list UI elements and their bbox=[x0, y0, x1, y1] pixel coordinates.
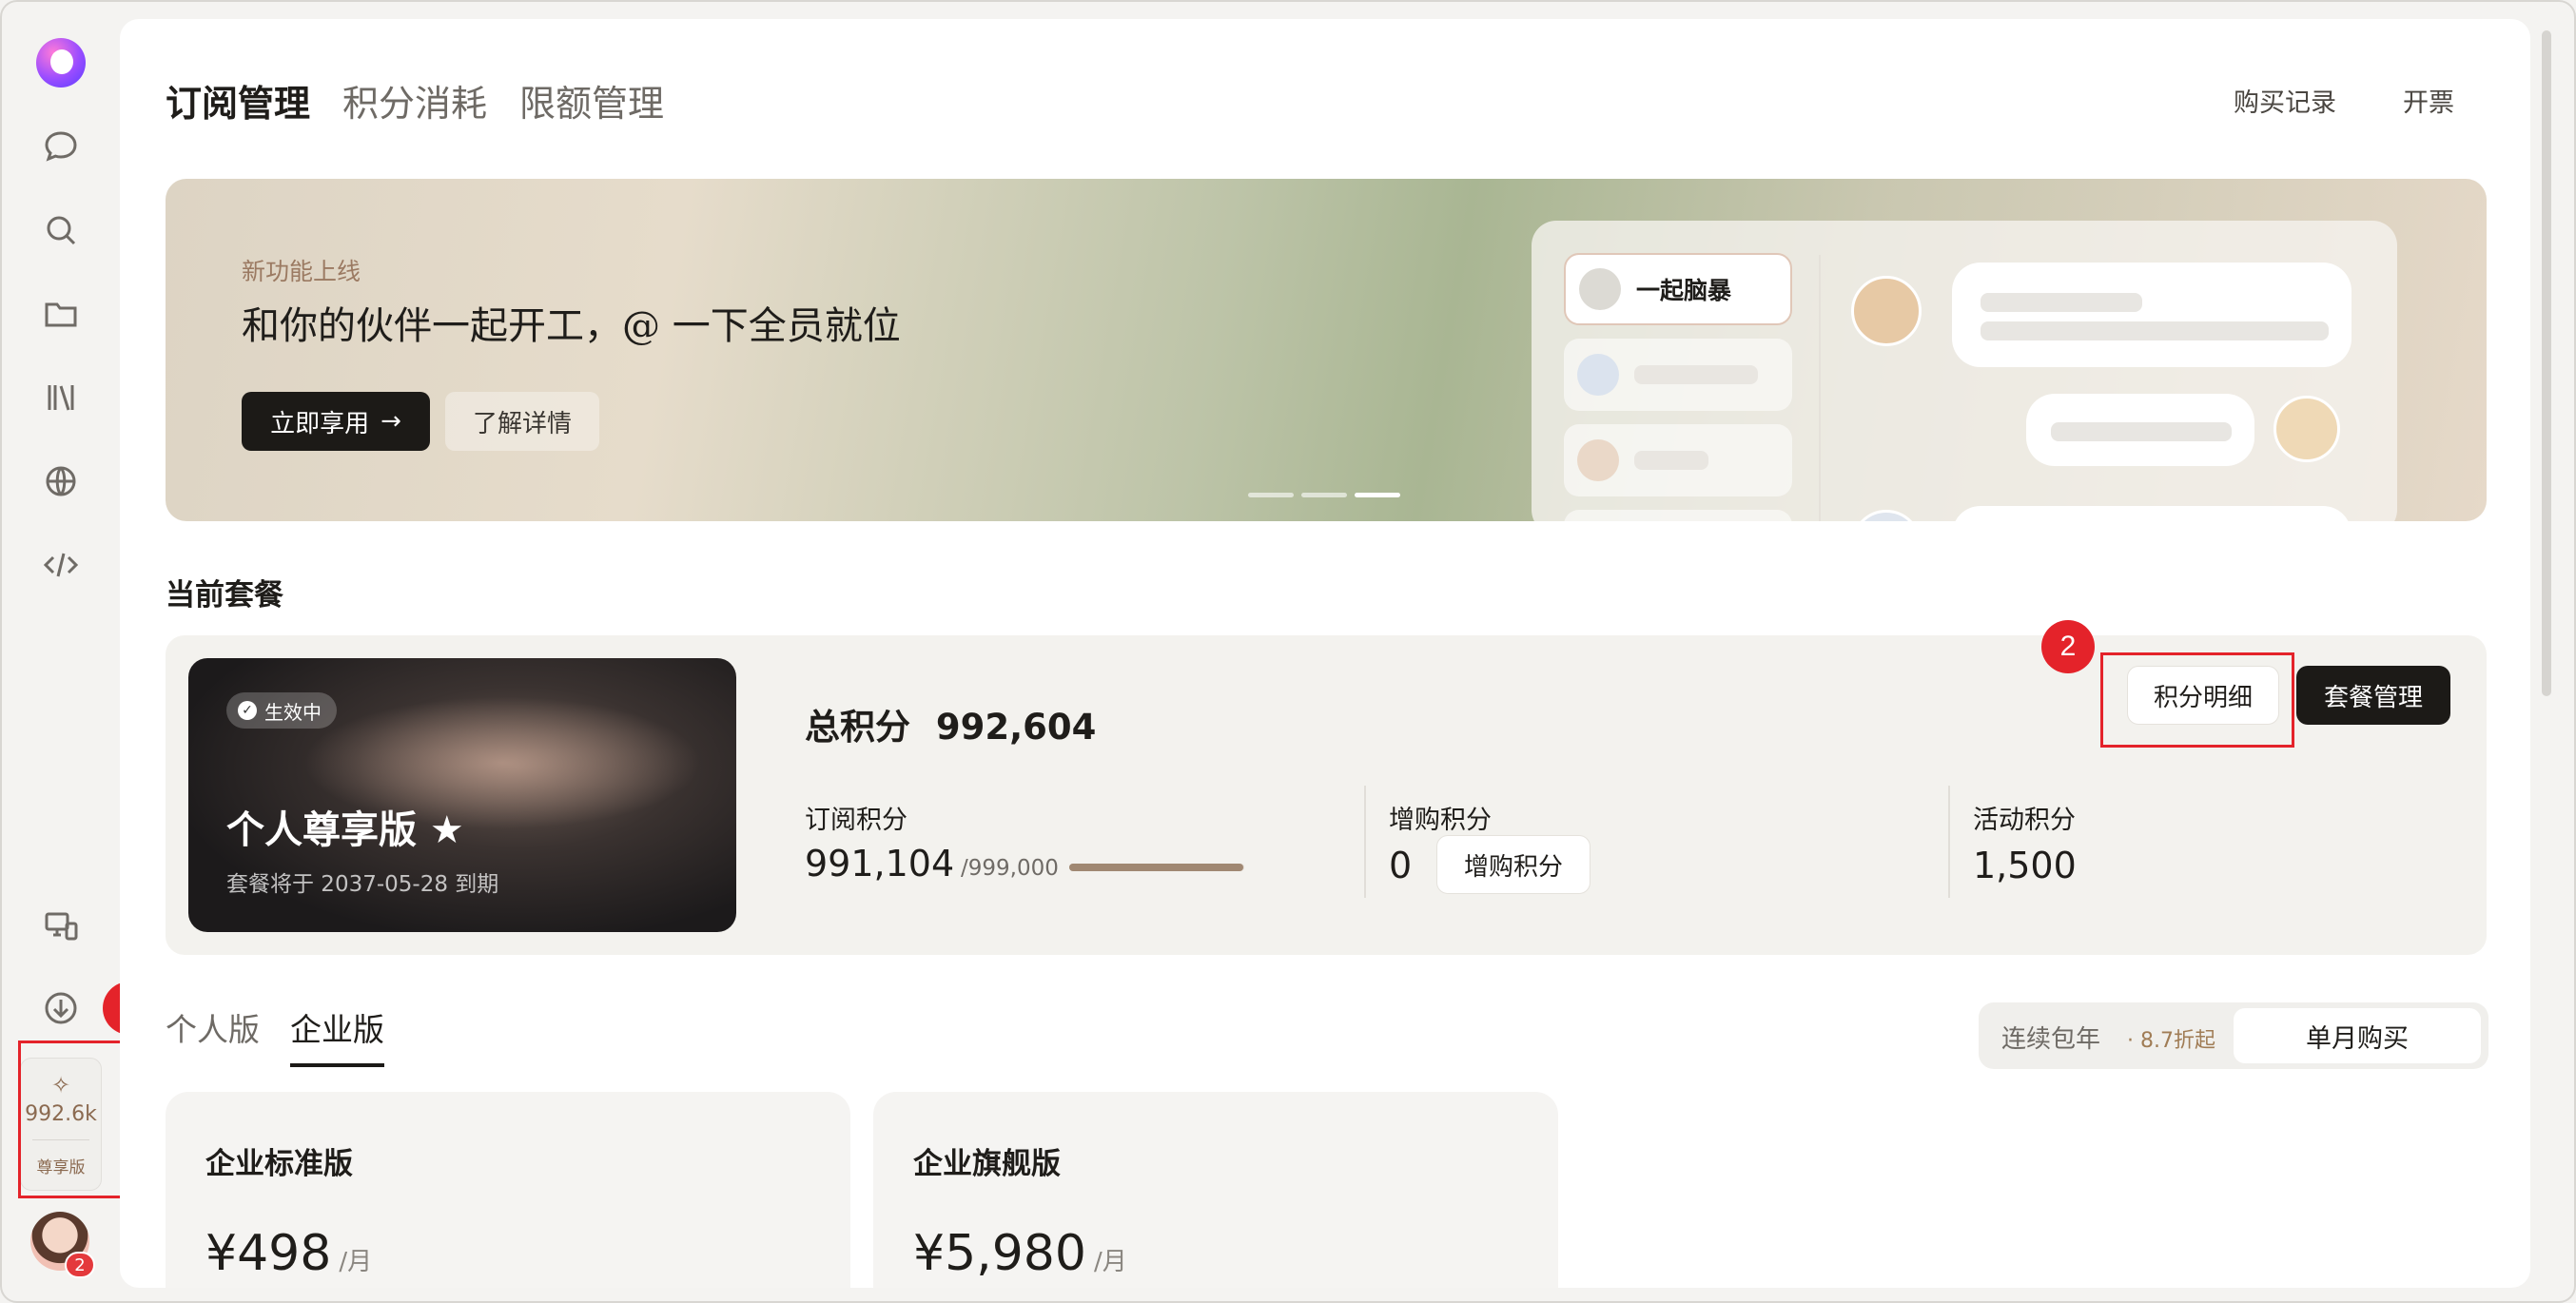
try-now-label: 立即享用 bbox=[270, 409, 370, 438]
mock-item-selected: 一起脑暴 bbox=[1564, 253, 1792, 325]
plan-option-name: 企业标准版 bbox=[205, 1147, 353, 1181]
chat-bubble-icon bbox=[1577, 439, 1619, 481]
plan-option-card[interactable]: 企业标准版 ¥498/月 bbox=[166, 1092, 850, 1288]
library-icon[interactable] bbox=[34, 371, 88, 424]
folder-icon[interactable] bbox=[34, 287, 88, 340]
arrow-right-icon: → bbox=[381, 407, 401, 436]
annotation-marker-2: 2 bbox=[2041, 620, 2095, 673]
carousel-dot-active[interactable] bbox=[1355, 493, 1400, 497]
tab-subscription[interactable]: 订阅管理 bbox=[166, 74, 310, 126]
annual-discount-label: · 8.7折起 bbox=[2127, 1029, 2215, 1053]
total-points: 总积分 992,604 bbox=[805, 698, 1096, 749]
avatar-icon bbox=[2274, 396, 2340, 462]
purchase-history-link[interactable]: 购买记录 bbox=[2234, 82, 2336, 119]
banner-kicker: 新功能上线 bbox=[242, 258, 361, 285]
search-icon[interactable] bbox=[34, 204, 88, 257]
tab-personal[interactable]: 个人版 bbox=[166, 1004, 260, 1067]
avatar-icon bbox=[1851, 276, 1922, 346]
app-logo-icon[interactable] bbox=[36, 38, 86, 88]
purchased-points-value: 0 bbox=[1389, 845, 1413, 886]
plan-name: 个人尊享版 ★ bbox=[226, 808, 464, 852]
plan-option-price: ¥5,980/月 bbox=[913, 1225, 1127, 1282]
placeholder-line bbox=[1981, 293, 2142, 312]
mock-item-label: 一起脑暴 bbox=[1636, 277, 1732, 304]
top-links: 购买记录 开票 bbox=[2234, 82, 2454, 119]
invoice-link[interactable]: 开票 bbox=[2403, 82, 2454, 119]
plan-card: ✓ 生效中 个人尊享版 ★ 套餐将于 2037-05-28 到期 bbox=[188, 658, 736, 932]
subscription-progress-bar bbox=[1069, 864, 1244, 871]
mock-message-bubble bbox=[1952, 506, 2352, 521]
plan-option-card[interactable]: 企业旗舰版 ¥5,980/月 bbox=[873, 1092, 1558, 1288]
annotation-box-1 bbox=[18, 1040, 127, 1198]
banner-headline: 和你的伙伴一起开工，@ 一下全员就位 bbox=[242, 304, 901, 348]
activity-points-value: 1,500 bbox=[1973, 845, 2077, 886]
price-unit: /月 bbox=[1093, 1248, 1127, 1276]
plan-option-name: 企业旗舰版 bbox=[913, 1147, 1061, 1181]
price-value: ¥498 bbox=[205, 1225, 332, 1282]
subscription-points-quota: /999,000 bbox=[961, 856, 1059, 881]
annotation-box-2 bbox=[2100, 652, 2294, 748]
globe-icon[interactable] bbox=[34, 455, 88, 508]
tab-quota[interactable]: 限额管理 bbox=[519, 74, 664, 126]
placeholder-bar bbox=[1634, 365, 1758, 384]
scrollbar[interactable] bbox=[2540, 30, 2553, 1267]
placeholder-line bbox=[1981, 321, 2329, 340]
promo-banner[interactable]: 新功能上线 和你的伙伴一起开工，@ 一下全员就位 立即享用 → 了解详情 一起脑… bbox=[166, 179, 2487, 521]
avatar-icon bbox=[1851, 510, 1922, 521]
manage-plan-button[interactable]: 套餐管理 bbox=[2296, 666, 2450, 725]
mock-item bbox=[1564, 424, 1792, 496]
subscription-points-value: 991,104 bbox=[805, 843, 955, 885]
total-points-label: 总积分 bbox=[805, 707, 910, 748]
activity-points-label: 活动积分 bbox=[1973, 806, 2076, 835]
chat-bubble-icon bbox=[1577, 354, 1619, 396]
notification-badge: 2 bbox=[65, 1252, 95, 1278]
plan-expiry: 套餐将于 2037-05-28 到期 bbox=[226, 872, 499, 897]
buy-points-button[interactable]: 增购积分 bbox=[1436, 835, 1590, 894]
section-title-current-plan: 当前套餐 bbox=[166, 578, 283, 613]
subscription-points-label: 订阅积分 bbox=[805, 806, 907, 835]
status-badge-label: 生效中 bbox=[264, 700, 322, 724]
status-badge: ✓ 生效中 bbox=[226, 692, 337, 729]
carousel-dot[interactable] bbox=[1248, 493, 1294, 497]
top-tabs: 订阅管理 积分消耗 限额管理 bbox=[166, 74, 664, 126]
download-icon[interactable] bbox=[34, 982, 88, 1035]
mock-divider bbox=[1819, 255, 1821, 521]
price-value: ¥5,980 bbox=[913, 1225, 1086, 1282]
mock-item bbox=[1564, 339, 1792, 411]
billing-annual-option[interactable]: 连续包年 bbox=[2001, 1020, 2100, 1055]
learn-more-button[interactable]: 了解详情 bbox=[445, 392, 599, 451]
subscription-progress-fill bbox=[1069, 864, 1243, 871]
billing-monthly-option[interactable]: 单月购买 bbox=[2234, 1008, 2481, 1063]
divider bbox=[1364, 786, 1366, 898]
plan-option-price: ¥498/月 bbox=[205, 1225, 372, 1282]
scrollbar-thumb[interactable] bbox=[2542, 30, 2551, 696]
placeholder-line bbox=[2051, 422, 2232, 441]
app-window: ✧ 992.6k 尊享版 2 1 订阅管理 积分消耗 限额管理 购买记录 开票 … bbox=[0, 0, 2576, 1303]
placeholder-bar bbox=[1634, 451, 1708, 470]
chat-bubble-icon bbox=[1579, 268, 1621, 310]
purchased-points-label: 增购积分 bbox=[1389, 806, 1492, 835]
mock-message-bubble bbox=[1952, 263, 2352, 367]
mock-item bbox=[1564, 510, 1792, 521]
tab-points-usage[interactable]: 积分消耗 bbox=[342, 74, 487, 126]
price-unit: /月 bbox=[339, 1248, 373, 1276]
billing-period-toggle: 连续包年 · 8.7折起 单月购买 bbox=[1979, 1002, 2488, 1069]
total-points-value: 992,604 bbox=[935, 707, 1097, 748]
check-icon: ✓ bbox=[238, 701, 257, 720]
devices-icon[interactable] bbox=[34, 900, 88, 953]
code-icon[interactable] bbox=[34, 538, 88, 592]
tab-enterprise[interactable]: 企业版 bbox=[290, 1004, 384, 1067]
edition-tabs: 个人版 企业版 bbox=[166, 1004, 384, 1067]
banner-illustration: 一起脑暴 bbox=[1532, 221, 2397, 521]
carousel-dots bbox=[1248, 493, 1400, 497]
carousel-dot[interactable] bbox=[1301, 493, 1347, 497]
chat-icon[interactable] bbox=[34, 120, 88, 173]
try-now-button[interactable]: 立即享用 → bbox=[242, 392, 430, 451]
divider bbox=[1948, 786, 1950, 898]
